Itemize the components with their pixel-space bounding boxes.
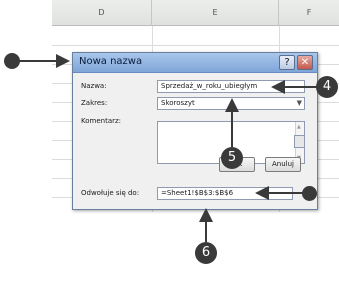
callout-dot-refers	[302, 186, 317, 201]
callout-arrows	[12, 54, 324, 242]
callout-badge-4: 4	[316, 76, 338, 98]
callout-badge-5: 5	[221, 147, 243, 169]
callout-dot-title	[4, 53, 20, 69]
callout-badge-6: 6	[195, 242, 217, 264]
